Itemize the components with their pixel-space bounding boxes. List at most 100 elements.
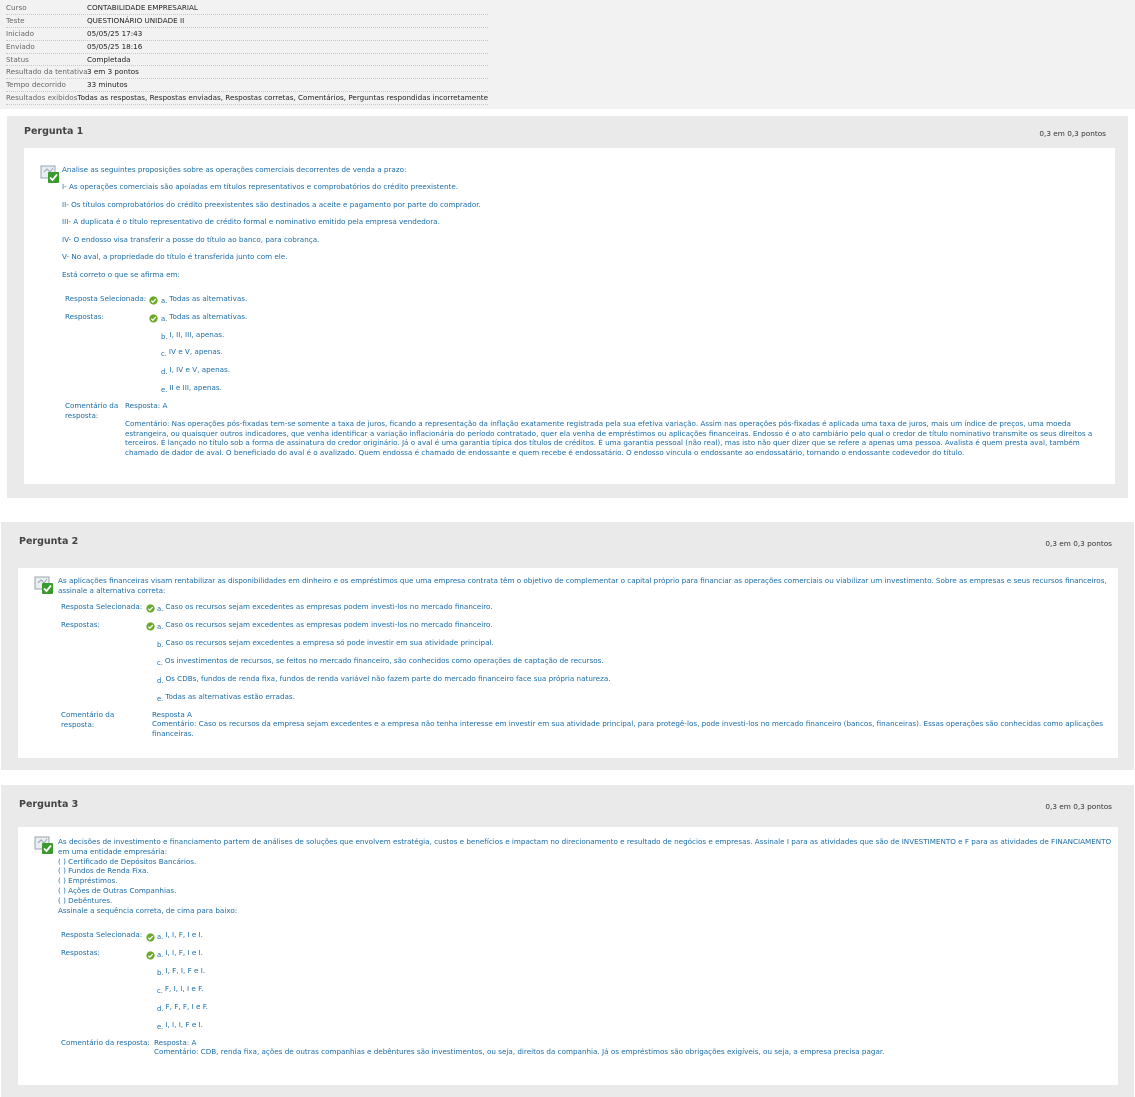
answer-letter: a.: [161, 315, 168, 323]
question-3-body: As decisões de investimento e financiame…: [18, 827, 1118, 1085]
answer-letter: d.: [161, 368, 168, 376]
answer-text: II e III, apenas.: [169, 383, 222, 392]
comment-label: Comentário da resposta:: [65, 401, 118, 420]
question-3-stem: As decisões de investimento e financiame…: [58, 837, 1111, 915]
answer-option-b: b. I, F, I, F e I.: [157, 966, 206, 977]
comment-label-line: Comentário da: [65, 401, 119, 410]
answer-option-d: d. F, F, F, I e F.: [157, 1002, 208, 1013]
answer-letter: c.: [157, 987, 163, 995]
stem-line: II- Os títulos comprobatórios do crédito…: [62, 200, 481, 209]
summary-row-status: Status Completada: [6, 54, 488, 67]
question-2-panel: Pergunta 2 0,3 em 0,3 pontos As aplicaçõ…: [1, 522, 1134, 770]
answers-label: Respostas:: [61, 620, 100, 629]
answer-text: Todas as alternativas.: [169, 294, 248, 303]
question-1-points: 0,3 em 0,3 pontos: [1039, 129, 1106, 138]
summary-row-course: Curso CONTABILIDADE EMPRESARIAL: [6, 2, 488, 15]
stem-line: Analise as seguintes proposições sobre a…: [62, 165, 407, 174]
selected-answer-label: Resposta Selecionada:: [61, 930, 143, 939]
summary-value: Todas as respostas, Respostas enviadas, …: [77, 93, 488, 103]
summary-row-result: Resultado da tentativa 3 em 3 pontos: [6, 66, 488, 80]
answer-letter: e.: [157, 695, 164, 703]
answer-option-d: d. Os CDBs, fundos de renda fixa, fundos …: [157, 674, 611, 685]
answer-option-a: a. I, I, F, I e I.: [157, 948, 203, 959]
stem-line: I- As operações comerciais são apoiadas …: [62, 182, 459, 191]
answer-letter: b.: [157, 641, 164, 649]
answer-letter: a.: [161, 297, 168, 305]
answer-option-a: a. Caso os recursos sejam excedentes as e…: [157, 620, 493, 631]
check-icon: [149, 314, 158, 323]
answer-option-e: e. II e III, apenas.: [161, 383, 222, 394]
stem-line: ( ) Debêntures.: [58, 895, 113, 905]
answer-option-c: c. IV e V, apenas.: [161, 347, 223, 358]
answer-text: Todas as alternativas.: [169, 312, 248, 321]
summary-row-submitted: Enviado 05/05/25 18:16: [6, 41, 488, 54]
answer-text: I, I, F, I e I.: [165, 948, 203, 957]
check-icon: [146, 604, 155, 613]
question-1-title: Pergunta 1: [24, 126, 84, 137]
answer-text: I, II, III, apenas.: [169, 330, 225, 339]
answer-option-d: d. I, IV e V, apenas.: [161, 365, 231, 376]
comment-line: Comentário: Caso os recursos da empresa …: [152, 719, 1104, 728]
selected-answer: a. I, I, F, I e I.: [157, 930, 203, 941]
comment-label-line: resposta:: [61, 719, 95, 729]
stem-line: em uma entidade empresária:: [58, 846, 168, 856]
summary-label: Curso: [6, 3, 27, 12]
answer-letter: b.: [161, 333, 168, 341]
correct-answer-icon: [34, 836, 53, 854]
answer-letter: e.: [157, 1023, 164, 1031]
check-icon: [149, 296, 158, 305]
answer-text: I, IV e V, apenas.: [169, 365, 231, 374]
summary-row-displayed: Resultados exibidos Todas as respostas, R…: [6, 92, 488, 106]
summary-value: 05/05/25 18:16: [87, 41, 143, 51]
answer-text: Os CDBs, fundos de renda fixa, fundos de…: [165, 674, 611, 683]
check-icon: [146, 933, 155, 942]
summary-value: QUESTIONÁRIO UNIDADE II: [87, 15, 185, 25]
comment-text: Comentário: Nas operações pós-fixadas te…: [125, 419, 1105, 457]
comment-label: Comentário da resposta:: [61, 710, 114, 729]
selected-answer: a. Todas as alternativas.: [161, 294, 248, 305]
selected-answer-label: Resposta Selecionada:: [61, 602, 143, 611]
summary-label: Resultados exibidos: [6, 93, 78, 103]
answer-letter: e.: [161, 386, 168, 394]
stem-line: ( ) Certificado de Depósitos Bancários.: [58, 856, 197, 866]
answer-letter: d.: [157, 677, 164, 685]
answer-text: I, I, F, I e I.: [165, 930, 203, 939]
check-icon: [146, 951, 155, 960]
comment-line: estrangeira, ou quaisquer outros indicad…: [125, 428, 1093, 438]
stem-line: IV- O endosso visa transferir a posse do…: [62, 235, 320, 244]
question-3-title: Pergunta 3: [19, 799, 79, 810]
answer-option-b: b. Caso os recursos sejam excedentes a em…: [157, 638, 494, 649]
question-2-body: As aplicações financeiras visam rentabil…: [18, 568, 1118, 758]
answer-letter: c.: [157, 659, 163, 667]
summary-row-started: Iniciado 05/05/25 17:43: [6, 28, 488, 41]
stem-line: As decisões de investimento e financiame…: [58, 837, 1112, 846]
answer-letter: a.: [157, 623, 164, 631]
answer-text: I, I, I, F e I.: [165, 1020, 203, 1029]
answer-text: Caso os recursos sejam excedentes as emp…: [165, 620, 493, 629]
answer-letter: a.: [157, 951, 164, 959]
answer-option-b: b. I, II, III, apenas.: [161, 330, 225, 341]
stem-line: assinale a alternativa correta:: [58, 585, 166, 595]
summary-value: 33 minutos: [87, 80, 128, 90]
stem-line: ( ) Empréstimos.: [58, 876, 118, 886]
answer-text: Caso os recursos sejam excedentes as emp…: [165, 602, 493, 611]
summary-value: 3 em 3 pontos: [87, 67, 139, 77]
answer-option-c: c. Os investimentos de recursos, se feito…: [157, 656, 604, 667]
comment-line: Comentário: Nas operações pós-fixadas te…: [125, 419, 1071, 428]
answer-option-c: c. F, I, I, I e F.: [157, 984, 203, 995]
question-2-stem: As aplicações financeiras visam rentabil…: [58, 576, 1107, 596]
answer-text: Caso os recursos sejam excedentes a empr…: [165, 638, 494, 647]
comment-answer: Resposta: A: [125, 401, 168, 410]
stem-line: ( ) Fundos de Renda Fixa.: [58, 866, 149, 876]
answer-text: Os investimentos de recursos, se feitos …: [164, 656, 604, 665]
answer-text: I, F, I, F e I.: [165, 966, 206, 975]
correct-answer-icon: [34, 576, 53, 594]
stem-line: Está correto o que se afirma em:: [62, 270, 180, 279]
summary-value: Completada: [87, 54, 131, 64]
attempt-summary: Curso CONTABILIDADE EMPRESARIAL Teste QUES…: [0, 0, 1135, 109]
answer-letter: c.: [161, 350, 167, 358]
summary-label: Tempo decorrido: [6, 80, 66, 90]
answer-letter: a.: [157, 605, 164, 613]
summary-label: Status: [6, 54, 29, 64]
comment-line: terceiros. É lançado no título sob a for…: [125, 438, 1080, 447]
